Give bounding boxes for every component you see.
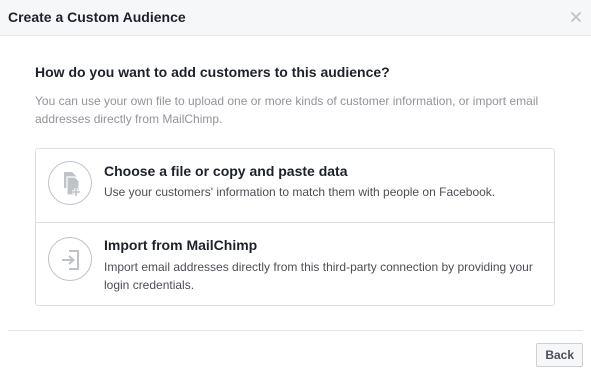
close-icon[interactable]	[569, 10, 583, 24]
options-list: Choose a file or copy and paste data Use…	[35, 148, 555, 306]
description-text: You can use your own file to upload one …	[35, 94, 539, 126]
question-heading: How do you want to add customers to this…	[35, 64, 390, 80]
dialog-title: Create a Custom Audience	[8, 9, 186, 25]
option-description: Use your customers' information to match…	[104, 185, 496, 199]
create-custom-audience-dialog: Create a Custom Audience How do you want…	[0, 0, 591, 375]
back-button[interactable]: Back	[536, 343, 583, 367]
option-choose-file[interactable]: Choose a file or copy and paste data Use…	[36, 149, 554, 223]
import-icon	[48, 237, 92, 281]
dialog-header: Create a Custom Audience	[0, 0, 591, 36]
footer-divider	[8, 330, 583, 331]
option-title: Import from MailChimp	[104, 237, 258, 253]
option-description: Import email addresses directly from thi…	[104, 260, 533, 292]
file-add-icon	[48, 161, 92, 205]
option-title: Choose a file or copy and paste data	[104, 163, 348, 179]
option-import-mailchimp[interactable]: Import from MailChimp Import email addre…	[36, 223, 554, 305]
